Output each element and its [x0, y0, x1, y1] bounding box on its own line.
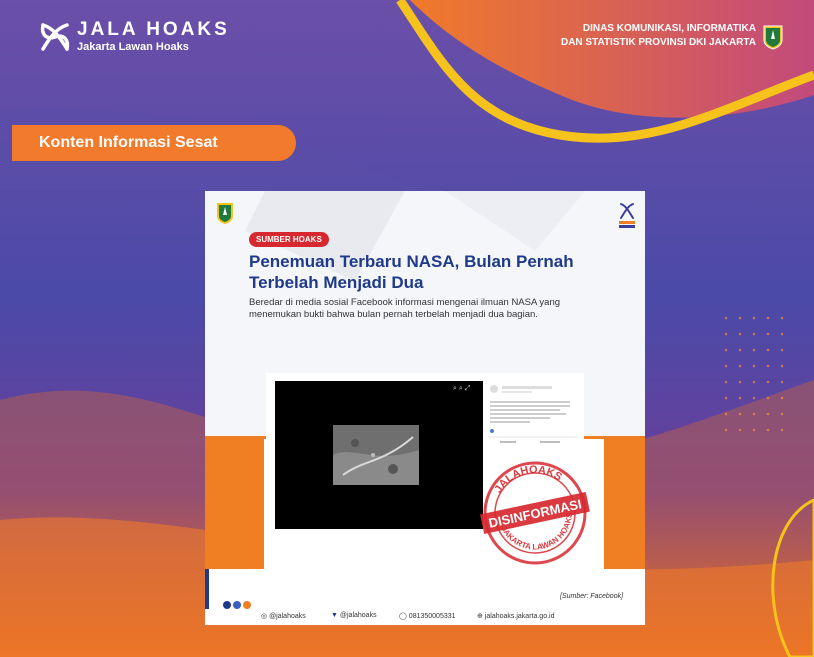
whatsapp-icon: ◯	[399, 613, 407, 620]
disinformasi-stamp: JALAHOAKS JAKARTA LAWAN HOAKS DISINFORMA…	[480, 457, 590, 565]
department-name: DINAS KOMUNIKASI, INFORMATIKA DAN STATIS…	[496, 22, 756, 50]
hoax-card: SUMBER HOAKS Penemuan Terbaru NASA, Bula…	[205, 191, 645, 625]
navy-dot	[223, 601, 231, 609]
dki-crest-icon	[763, 25, 783, 50]
whatsapp-number[interactable]: ◯ 081350005331	[399, 612, 456, 620]
moon-photo	[333, 425, 419, 485]
globe-icon: ⊕	[477, 613, 483, 620]
blue-dot	[233, 601, 241, 609]
zoom-icons: ⌕ ⌕ ⤢	[453, 385, 471, 392]
jalahoaks-logo-icon	[40, 23, 70, 51]
card-jalahoaks-logo-icon	[619, 203, 635, 228]
card-headline: Penemuan Terbaru NASA, Bulan Pernah Terb…	[249, 252, 574, 292]
website-text: jalahoaks.jakarta.go.id	[484, 613, 555, 620]
source-caption: [Sumber: Facebook]	[560, 593, 624, 600]
whatsapp-text: 081350005331	[408, 613, 456, 620]
orange-dot	[243, 601, 251, 609]
website-link[interactable]: ⊕ jalahoaks.jakarta.go.id	[477, 612, 554, 620]
department-line-1: DINAS KOMUNIKASI, INFORMATIKA	[582, 23, 756, 34]
card-crest-icon	[217, 203, 233, 224]
logo-subtitle: Jakarta Lawan Hoaks	[77, 41, 189, 53]
photo-viewer: ⌕ ⌕ ⤢	[275, 381, 483, 529]
twitter-icon: ▼	[331, 612, 338, 619]
department-line-2: DAN STATISTIK PROVINSI DKI JAKARTA	[560, 37, 756, 48]
twitter-text: @jalahoaks	[339, 612, 377, 619]
logo-title: JALA HOAKS	[77, 19, 230, 40]
card-body-text: Beredar di media sosial Facebook informa…	[249, 297, 561, 320]
twitter-handle[interactable]: ▼ @jalahoaks	[331, 612, 377, 619]
instagram-icon: ◎	[261, 613, 268, 620]
source-badge: SUMBER HOAKS	[249, 232, 329, 247]
social-bar: ◎ @jalahoaks ▼ @jalahoaks ◯ 081350005331…	[205, 609, 645, 625]
instagram-text: @jalahoaks	[269, 613, 306, 620]
instagram-handle[interactable]: ◎ @jalahoaks	[261, 612, 306, 620]
section-label: Konten Informasi Sesat	[12, 125, 296, 161]
